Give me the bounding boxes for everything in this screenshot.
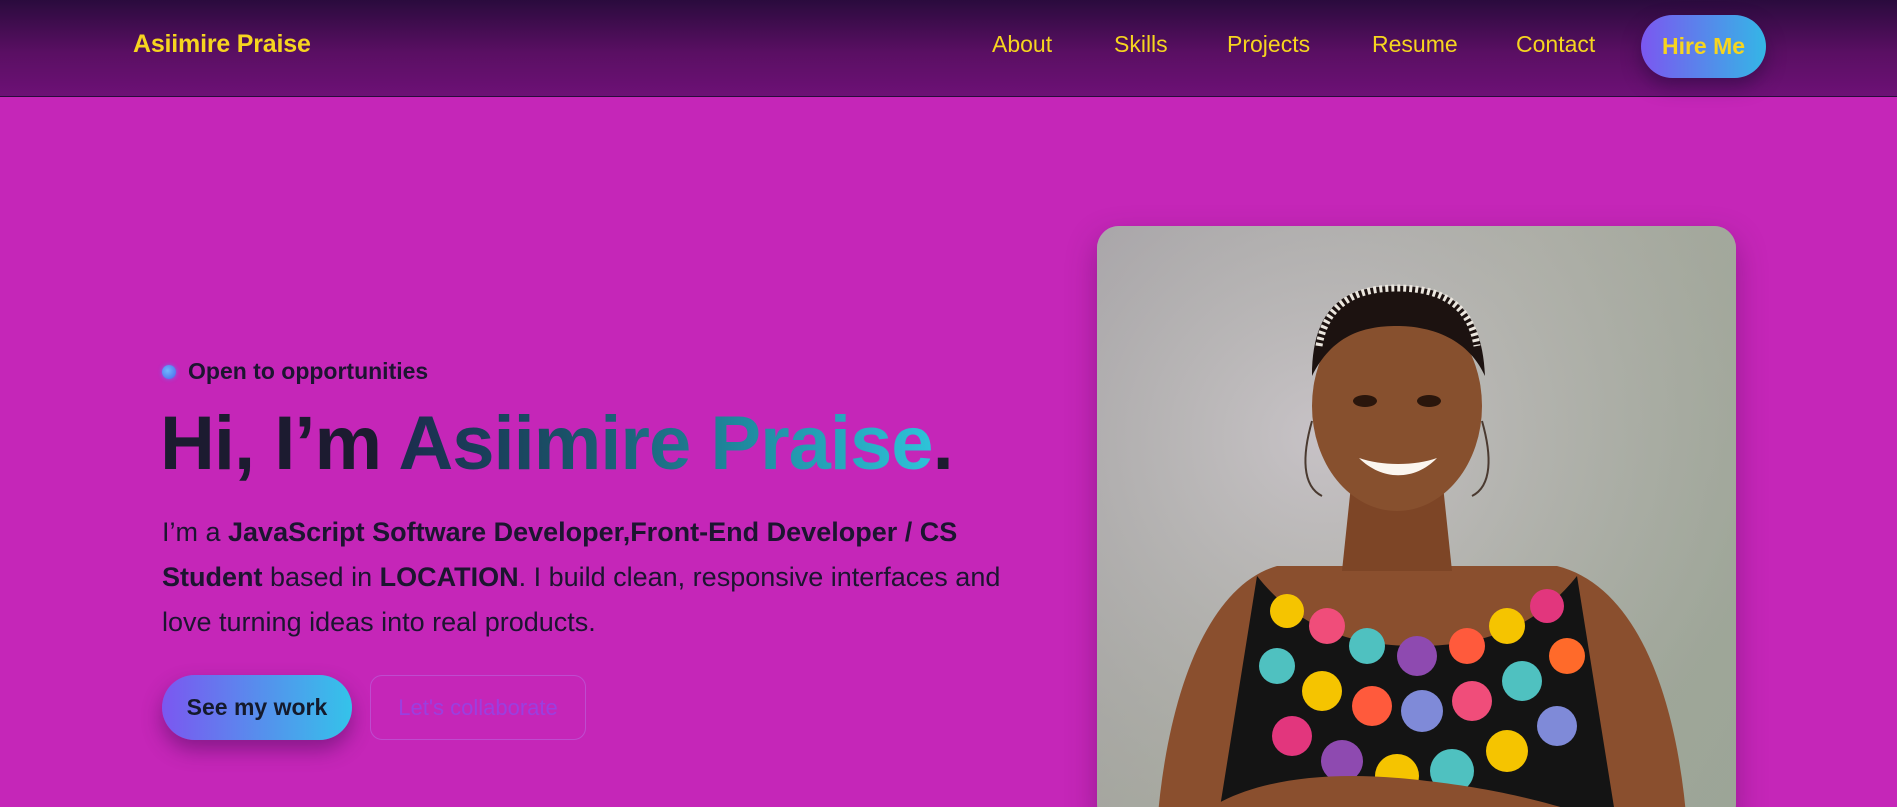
brand-logo[interactable]: Asiimire Praise: [133, 30, 311, 59]
bio-mid: based in: [262, 562, 380, 592]
nav-link-projects[interactable]: Projects: [1227, 31, 1310, 58]
nav-link-resume[interactable]: Resume: [1372, 31, 1458, 58]
hero-headline: Hi, I’m Asiimire Praise.: [160, 400, 954, 487]
nav-link-about[interactable]: About: [992, 31, 1052, 58]
hire-me-button[interactable]: Hire Me: [1641, 15, 1766, 78]
see-my-work-button[interactable]: See my work: [162, 675, 352, 740]
status-dot-icon: [162, 364, 176, 379]
lets-collaborate-button[interactable]: Let's collaborate: [370, 675, 586, 740]
navbar: Asiimire Praise About Skills Projects Re…: [0, 0, 1897, 97]
bio-location: LOCATION: [379, 562, 519, 592]
nav-link-skills[interactable]: Skills: [1114, 31, 1168, 58]
portrait-photo: [1097, 226, 1736, 807]
portrait-illustration: [1097, 226, 1736, 807]
hero-bio: I’m a JavaScript Software Developer,Fron…: [162, 510, 1042, 645]
bio-intro: I’m a: [162, 517, 229, 547]
availability-text: Open to opportunities: [188, 358, 429, 384]
headline-name: Asiimire Praise: [398, 401, 933, 486]
headline-period: .: [932, 401, 954, 486]
headline-greeting: Hi, I’m: [160, 401, 399, 486]
nav-link-contact[interactable]: Contact: [1516, 31, 1595, 58]
availability-badge: Open to opportunities: [162, 358, 428, 385]
